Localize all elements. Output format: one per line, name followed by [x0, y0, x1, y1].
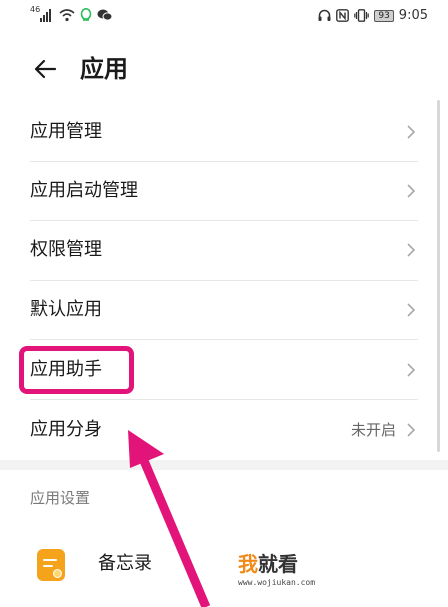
back-arrow-icon	[34, 59, 57, 79]
notification-icon	[80, 8, 92, 21]
menu-item-label: 默认应用	[30, 299, 102, 320]
watermark-text: 就看	[258, 552, 298, 576]
status-bar-right: 93 9:05	[318, 8, 428, 23]
menu-item-permission-management[interactable]: 权限管理	[30, 220, 418, 280]
highlight-annotation	[19, 346, 134, 394]
menu-item-label: 权限管理	[30, 239, 102, 260]
watermark-logo: 我就看 www.wojiukan.com	[238, 552, 315, 587]
section-header: 应用设置	[30, 489, 91, 507]
wechat-icon	[97, 9, 113, 21]
scrollbar[interactable]	[437, 100, 440, 452]
headphones-icon	[318, 9, 331, 21]
status-bar: 46 93 9:05	[0, 0, 448, 34]
menu-item-label: 应用分身	[30, 419, 102, 440]
back-button[interactable]	[28, 52, 62, 86]
notepad-icon	[37, 549, 65, 581]
header: 应用	[0, 44, 448, 92]
vibrate-icon	[354, 9, 370, 22]
page-title: 应用	[80, 55, 128, 83]
menu-item-app-management[interactable]: 应用管理	[30, 102, 418, 162]
watermark-char: 我	[238, 552, 258, 576]
menu-item-label: 应用管理	[30, 121, 102, 142]
status-bar-left: 46	[30, 5, 113, 22]
menu-item-app-twin[interactable]: 应用分身 未开启	[30, 400, 418, 460]
app-row-notepad[interactable]: 备忘录	[30, 538, 418, 598]
chevron-right-icon	[407, 184, 416, 198]
app-name: 备忘录	[98, 553, 152, 574]
clock: 9:05	[398, 8, 428, 23]
chevron-right-icon	[407, 243, 416, 257]
wifi-icon	[59, 9, 75, 22]
section-separator	[0, 460, 448, 470]
menu-item-default-apps[interactable]: 默认应用	[30, 280, 418, 340]
menu-item-app-launch-management[interactable]: 应用启动管理	[30, 161, 418, 221]
watermark-url: www.wojiukan.com	[238, 578, 316, 587]
nfc-icon	[336, 9, 350, 22]
chevron-right-icon	[407, 363, 416, 377]
chevron-right-icon	[407, 303, 416, 317]
battery-icon: 93	[374, 9, 394, 22]
chevron-right-icon	[407, 125, 416, 139]
signal-icon: 46	[30, 5, 54, 22]
chevron-right-icon	[407, 423, 416, 437]
app-twin-status: 未开启	[350, 421, 396, 439]
menu-item-label: 应用启动管理	[30, 180, 138, 201]
